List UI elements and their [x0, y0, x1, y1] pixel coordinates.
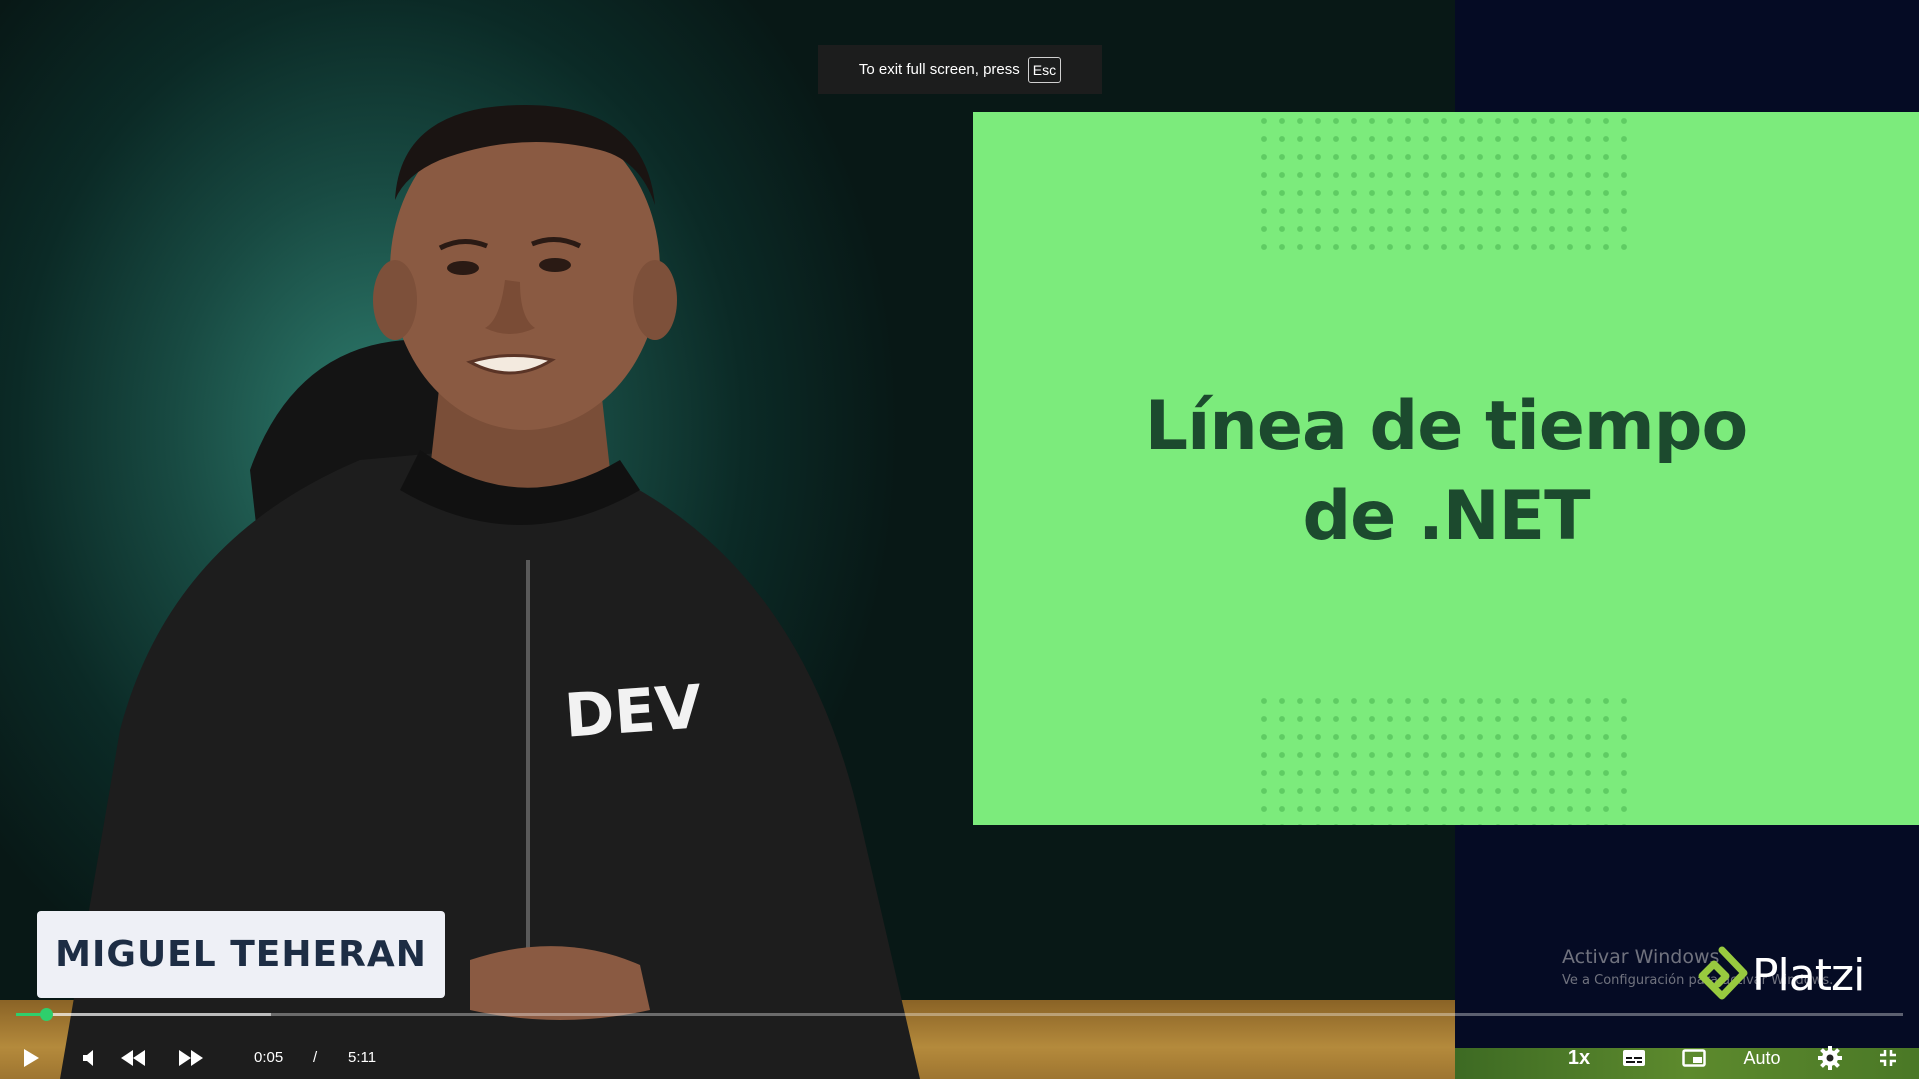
slide-title-line-2: de .NET — [1302, 477, 1590, 556]
quality-button[interactable]: Auto — [1736, 1041, 1788, 1075]
settings-button[interactable] — [1814, 1041, 1846, 1075]
fast-forward-button[interactable] — [174, 1041, 208, 1075]
slide-dot-pattern-bottom — [1255, 692, 1635, 825]
progress-bar[interactable] — [16, 1008, 1903, 1021]
volume-button[interactable] — [76, 1041, 102, 1075]
video-player[interactable]: DEV Línea de tiempo de .NET To exit full… — [0, 0, 1919, 1079]
player-controls: 0:05 / 5:11 1x Auto — [0, 1005, 1919, 1079]
speaker-name-plate: MIGUEL TEHERAN — [37, 911, 445, 998]
platzi-logo: Platzi — [1696, 946, 1865, 1004]
rewind-icon — [121, 1050, 145, 1066]
fast-forward-icon — [179, 1050, 203, 1066]
play-button[interactable] — [16, 1041, 46, 1075]
playback-speed-button[interactable]: 1x — [1558, 1041, 1600, 1075]
play-icon — [24, 1049, 39, 1067]
playback-speed-label: 1x — [1567, 1046, 1591, 1069]
subtitles-button[interactable] — [1618, 1041, 1650, 1075]
slide-title-line-1: Línea de tiempo — [1144, 387, 1748, 466]
esc-key-label: Esc — [1027, 56, 1062, 83]
fullscreen-exit-notice: To exit full screen, press Esc — [818, 45, 1102, 94]
progress-scrubber[interactable] — [40, 1008, 54, 1021]
current-time: 0:05 — [254, 1049, 284, 1066]
rewind-button[interactable] — [116, 1041, 150, 1075]
fullscreen-notice-text: To exit full screen, press — [858, 61, 1020, 78]
shirt-text: DEV — [562, 672, 704, 751]
platzi-logo-icon — [1698, 946, 1748, 1000]
slide-dot-pattern-top — [1255, 112, 1635, 254]
picture-in-picture-icon — [1682, 1049, 1706, 1067]
platzi-wordmark: Platzi — [1752, 949, 1865, 1001]
duration: 5:11 — [348, 1049, 377, 1066]
exit-fullscreen-button[interactable] — [1872, 1041, 1904, 1075]
slide-panel: Línea de tiempo de .NET — [973, 112, 1919, 825]
exit-fullscreen-icon — [1880, 1050, 1896, 1066]
subtitles-icon — [1623, 1050, 1645, 1066]
volume-icon — [83, 1050, 93, 1066]
progress-buffered — [16, 1013, 271, 1016]
speaker-name: MIGUEL TEHERAN — [55, 934, 427, 975]
picture-in-picture-button[interactable] — [1678, 1041, 1710, 1075]
quality-label: Auto — [1743, 1047, 1781, 1068]
settings-icon — [1818, 1046, 1842, 1070]
slide-title: Línea de tiempo de .NET — [973, 382, 1919, 562]
time-separator: / — [313, 1049, 318, 1066]
